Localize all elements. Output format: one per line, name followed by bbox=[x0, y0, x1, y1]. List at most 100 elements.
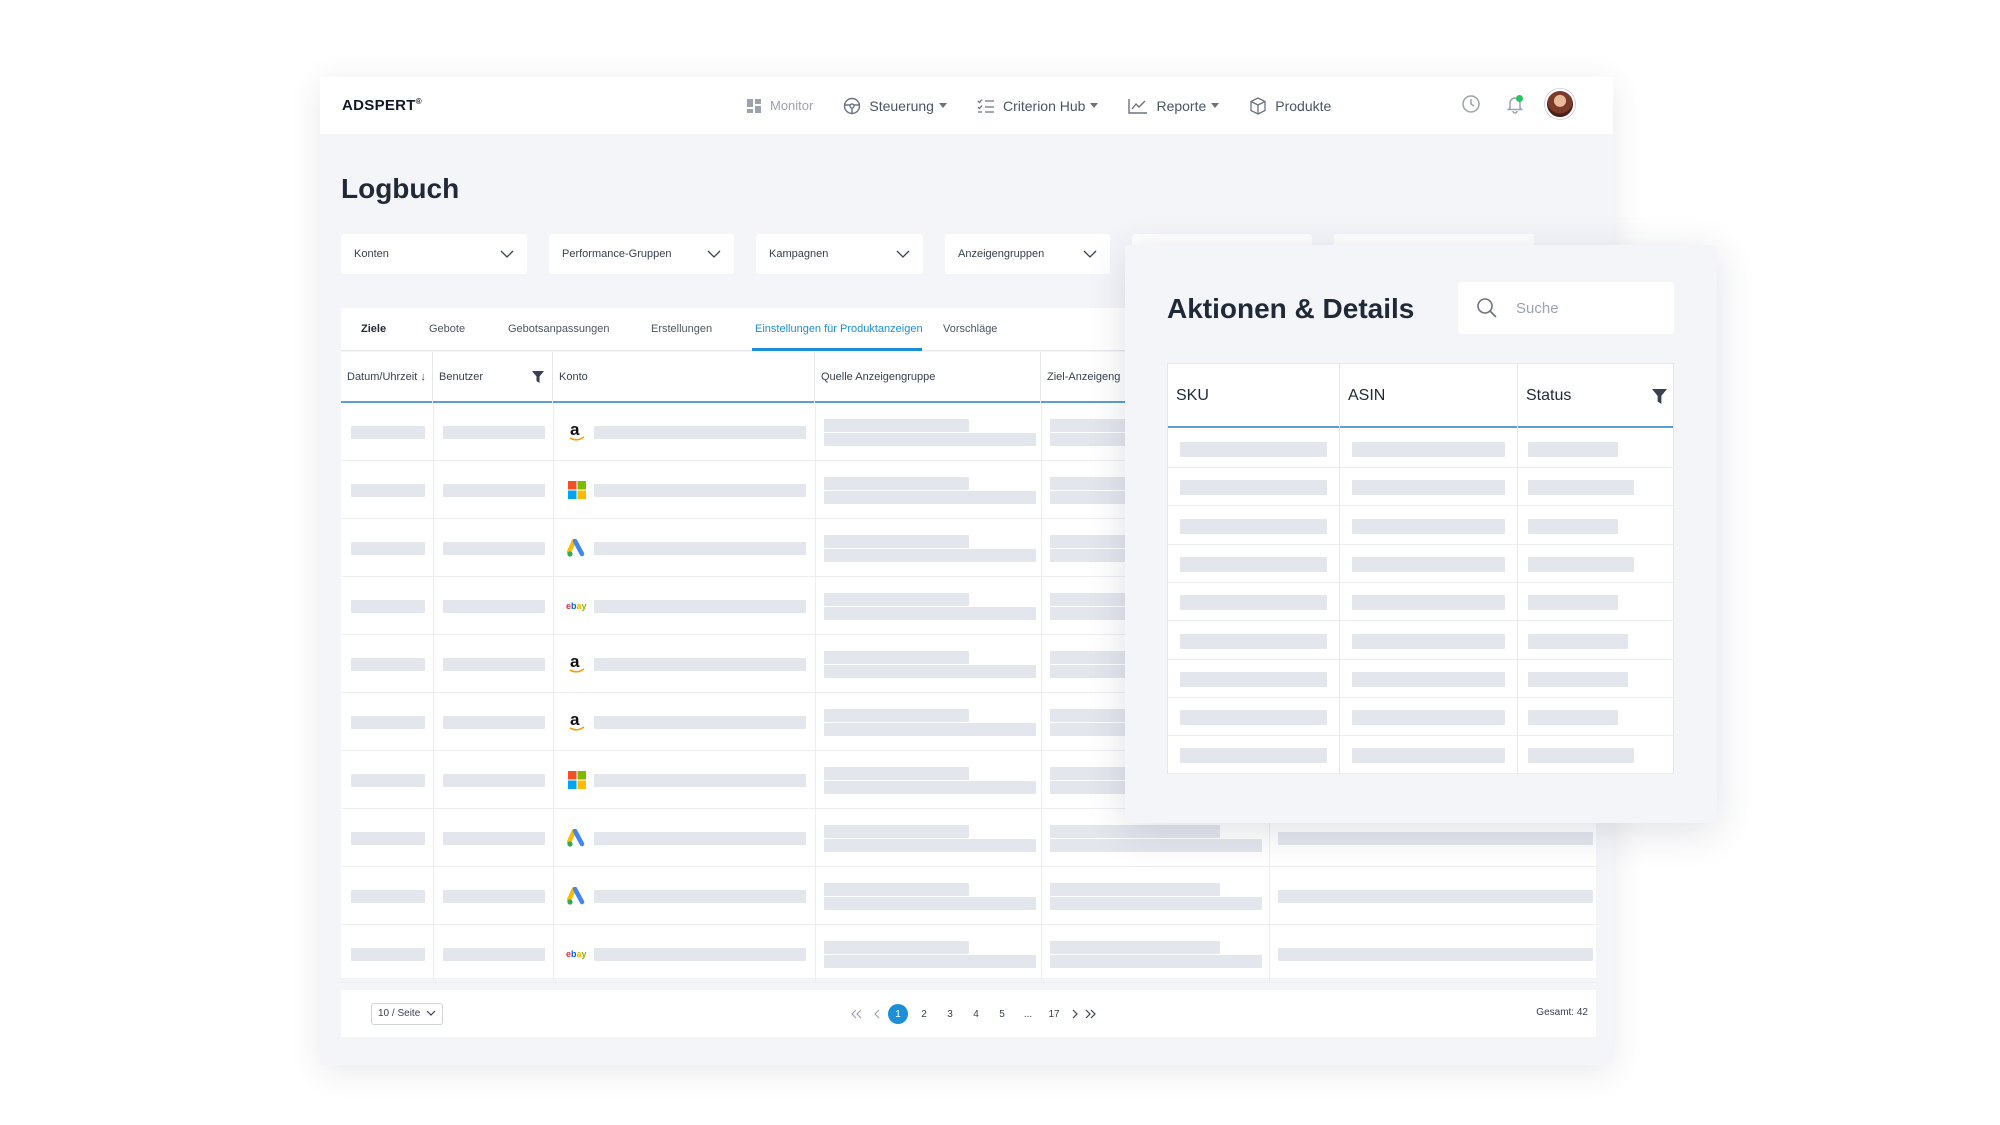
filter-kampagnen[interactable]: Kampagnen bbox=[756, 234, 923, 274]
page-5[interactable]: 5 bbox=[989, 1004, 1015, 1024]
skeleton-placeholder bbox=[824, 883, 969, 896]
nav-monitor[interactable]: Monitor bbox=[746, 98, 813, 114]
cell-divider bbox=[815, 519, 816, 577]
tab-ziele[interactable]: Ziele bbox=[361, 308, 386, 351]
column-benutzer[interactable]: Benutzer bbox=[433, 352, 553, 403]
page-4[interactable]: 4 bbox=[963, 1004, 989, 1024]
notifications-button[interactable] bbox=[1505, 94, 1525, 114]
next-page-button[interactable] bbox=[1067, 1004, 1083, 1024]
sku-table-row[interactable] bbox=[1168, 698, 1673, 737]
skeleton-placeholder bbox=[594, 600, 806, 613]
skeleton-placeholder bbox=[1528, 556, 1634, 572]
cell-divider bbox=[433, 693, 434, 751]
table-row[interactable]: ebay bbox=[341, 925, 1596, 983]
cell-divider bbox=[1269, 925, 1270, 983]
total-count: Gesamt: 42 bbox=[1536, 1007, 1588, 1018]
skeleton-placeholder bbox=[594, 542, 806, 555]
page-title: Logbuch bbox=[341, 173, 460, 204]
sku-table-row[interactable] bbox=[1168, 545, 1673, 583]
cell-divider bbox=[815, 809, 816, 867]
skeleton-placeholder bbox=[594, 832, 806, 845]
skeleton-placeholder bbox=[1528, 442, 1618, 457]
skeleton-placeholder bbox=[1352, 671, 1505, 687]
cell-divider bbox=[433, 809, 434, 867]
column-konto[interactable]: Konto bbox=[553, 352, 815, 403]
cell-divider bbox=[433, 635, 434, 693]
chevron-left-icon bbox=[874, 1009, 880, 1019]
skeleton-placeholder bbox=[1352, 633, 1505, 649]
chevron-right-icon bbox=[1072, 1009, 1078, 1019]
sku-table-row[interactable] bbox=[1168, 430, 1673, 468]
skeleton-placeholder bbox=[1278, 890, 1593, 903]
skeleton-placeholder bbox=[443, 658, 545, 671]
amazon-icon: a bbox=[566, 653, 588, 675]
page-17[interactable]: 17 bbox=[1041, 1004, 1067, 1024]
skeleton-placeholder bbox=[824, 535, 969, 548]
skeleton-placeholder bbox=[1352, 595, 1505, 611]
page-2[interactable]: 2 bbox=[911, 1004, 937, 1024]
sku-table: SKU ASIN Status bbox=[1167, 363, 1674, 775]
skeleton-placeholder bbox=[824, 491, 1036, 504]
tab-gebote[interactable]: Gebote bbox=[429, 308, 465, 351]
sort-down-icon[interactable]: ↓ bbox=[420, 371, 426, 383]
page-1[interactable]: 1 bbox=[885, 1004, 911, 1024]
skeleton-placeholder bbox=[1180, 480, 1327, 496]
filter-icon[interactable] bbox=[1652, 389, 1667, 404]
filter-performance-gruppen[interactable]: Performance-Gruppen bbox=[549, 234, 734, 274]
checklist-icon bbox=[977, 98, 994, 113]
nav-criterion-hub[interactable]: Criterion Hub bbox=[977, 98, 1099, 114]
skeleton-placeholder bbox=[1528, 518, 1618, 534]
sku-table-row[interactable] bbox=[1168, 736, 1673, 775]
sku-table-row[interactable] bbox=[1168, 507, 1673, 545]
skeleton-placeholder bbox=[351, 716, 425, 729]
column-datum-uhrzeit[interactable]: Datum/Uhrzeit ↓ bbox=[341, 352, 433, 403]
sku-table-row[interactable] bbox=[1168, 583, 1673, 622]
nav-produkte[interactable]: Produkte bbox=[1249, 96, 1331, 115]
skeleton-placeholder bbox=[1050, 955, 1262, 968]
amazon-icon: a bbox=[566, 421, 588, 443]
tab-erstellungen[interactable]: Erstellungen bbox=[651, 308, 712, 351]
page-ellipsis[interactable]: ... bbox=[1015, 1004, 1041, 1024]
column-quelle-anzeigengruppe[interactable]: Quelle Anzeigengruppe bbox=[815, 352, 1041, 403]
box-icon bbox=[1250, 96, 1266, 115]
tab-gebotsanpassungen[interactable]: Gebotsanpassungen bbox=[508, 308, 610, 351]
page-3[interactable]: 3 bbox=[937, 1004, 963, 1024]
nav-reporte[interactable]: Reporte bbox=[1128, 98, 1220, 114]
per-page-select[interactable]: 10 / Seite bbox=[371, 1003, 443, 1025]
skeleton-placeholder bbox=[1050, 825, 1220, 838]
adspert-logo[interactable]: ADSPERT® bbox=[342, 97, 422, 114]
cell-divider bbox=[815, 635, 816, 693]
skeleton-placeholder bbox=[1180, 556, 1327, 572]
skeleton-placeholder bbox=[594, 484, 806, 497]
skeleton-placeholder bbox=[824, 941, 969, 954]
sku-table-row[interactable] bbox=[1168, 660, 1673, 698]
panel-title: Aktionen & Details bbox=[1167, 293, 1415, 324]
skeleton-placeholder bbox=[1180, 595, 1327, 611]
sku-table-row[interactable] bbox=[1168, 622, 1673, 660]
prev-page-button[interactable] bbox=[869, 1004, 885, 1024]
column-status[interactable]: Status bbox=[1518, 364, 1571, 428]
avatar[interactable] bbox=[1545, 89, 1575, 119]
tab-vorschlaege[interactable]: Vorschläge bbox=[943, 308, 997, 351]
skeleton-placeholder bbox=[1528, 633, 1628, 649]
cell-divider bbox=[815, 461, 816, 519]
filter-icon[interactable] bbox=[532, 371, 544, 383]
sku-table-row[interactable] bbox=[1168, 468, 1673, 507]
column-sku[interactable]: SKU bbox=[1168, 364, 1209, 428]
first-page-button[interactable] bbox=[843, 1004, 869, 1024]
tab-einstellungen-produktanzeigen[interactable]: Einstellungen für Produktanzeigen bbox=[755, 308, 923, 351]
table-row[interactable] bbox=[341, 867, 1596, 925]
search-input[interactable]: Suche bbox=[1458, 282, 1674, 334]
skeleton-placeholder bbox=[351, 426, 425, 439]
nav-steuerung[interactable]: Steuerung bbox=[843, 97, 947, 115]
cell-divider bbox=[433, 403, 434, 461]
history-button[interactable] bbox=[1461, 94, 1481, 114]
filter-konten[interactable]: Konten bbox=[341, 234, 527, 274]
skeleton-placeholder bbox=[351, 774, 425, 787]
filter-anzeigengruppen[interactable]: Anzeigengruppen bbox=[945, 234, 1110, 274]
top-right-icons bbox=[1437, 89, 1575, 119]
last-page-button[interactable] bbox=[1083, 1004, 1099, 1024]
google-ads-icon bbox=[566, 827, 588, 849]
column-asin[interactable]: ASIN bbox=[1340, 364, 1385, 428]
skeleton-placeholder bbox=[824, 477, 969, 490]
